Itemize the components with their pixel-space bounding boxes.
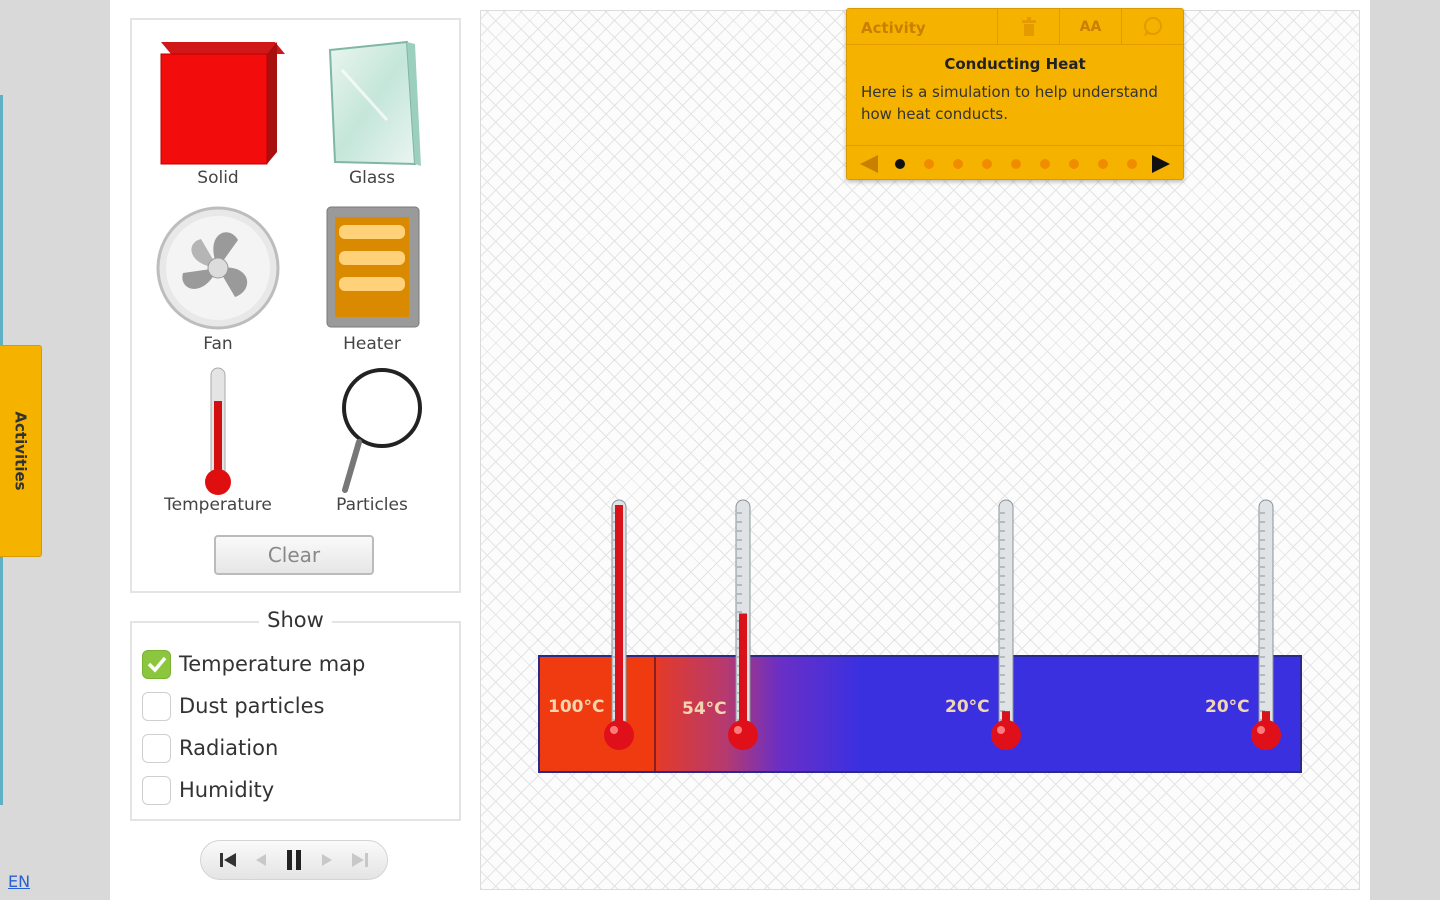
language-link[interactable]: EN (8, 872, 30, 891)
trash-icon (1021, 16, 1036, 36)
delete-button[interactable] (997, 9, 1059, 44)
step-back-button[interactable] (248, 847, 274, 873)
option-dust-particles[interactable]: Dust particles (142, 691, 324, 721)
playback-controls (200, 840, 388, 880)
show-title-text: Show (259, 608, 332, 632)
checkbox-checked[interactable] (142, 649, 171, 679)
activity-title: Conducting Heat (944, 55, 1086, 73)
arrow-left-icon (860, 154, 879, 173)
glass-icon (328, 40, 421, 166)
activity-card-header: Activity AA (847, 9, 1183, 45)
tool-label-fan: Fan (203, 334, 233, 354)
heated-solid-bar[interactable] (538, 655, 1302, 773)
tool-temperature[interactable]: Temperature (143, 366, 293, 516)
tool-label-glass: Glass (348, 168, 396, 188)
activity-pager (847, 145, 1183, 181)
skip-to-end-button[interactable] (347, 847, 373, 873)
step-dot[interactable] (953, 158, 963, 169)
tool-heater[interactable]: Heater (297, 205, 447, 355)
tool-label-solid: Solid (197, 168, 239, 188)
step-dots (886, 158, 1147, 169)
activity-card: Activity AA Conducting Heat Here is a si… (846, 8, 1184, 180)
step-forward-button[interactable] (314, 847, 340, 873)
pause-button[interactable] (281, 847, 307, 873)
thermometer-icon (205, 367, 231, 495)
step-dot[interactable] (1069, 158, 1079, 169)
font-size-button[interactable]: AA (1059, 9, 1121, 44)
step-dot[interactable] (1127, 158, 1137, 169)
step-dot[interactable] (1040, 158, 1050, 169)
heater-icon (326, 206, 420, 328)
skip-start-icon (219, 853, 236, 867)
activities-tab-label: Activities (11, 411, 30, 491)
fan-icon (156, 206, 280, 330)
step-dot[interactable] (982, 158, 992, 169)
tool-particles[interactable]: Particles (297, 366, 447, 516)
option-temperature-map[interactable]: Temperature map (142, 649, 365, 679)
step-back-icon (255, 854, 266, 866)
speech-bubble-icon (1143, 16, 1162, 36)
option-label: Radiation (179, 736, 279, 760)
previous-step-button[interactable] (857, 151, 882, 177)
step-dot[interactable] (895, 158, 905, 169)
rewind-to-start-button[interactable] (215, 847, 241, 873)
tool-label-temperature: Temperature (164, 495, 272, 515)
temperature-readout: 54°C (682, 699, 727, 719)
temperature-readout: 20°C (945, 697, 990, 717)
option-label: Temperature map (179, 652, 366, 676)
heat-source-divider (654, 657, 656, 771)
right-strip (1370, 0, 1440, 900)
check-icon (147, 656, 166, 673)
tool-glass[interactable]: Glass (297, 40, 447, 190)
checkbox[interactable] (142, 775, 171, 805)
step-forward-icon (322, 854, 333, 866)
activities-tab[interactable]: Activities (0, 345, 42, 557)
temperature-readout: 20°C (1205, 697, 1250, 717)
font-size-icon: AA (1079, 18, 1102, 35)
option-radiation[interactable]: Radiation (142, 733, 278, 763)
checkbox[interactable] (142, 733, 171, 763)
step-dot[interactable] (924, 158, 934, 169)
clear-button[interactable]: Clear (214, 535, 374, 575)
chat-button[interactable] (1121, 9, 1183, 44)
next-step-button[interactable] (1149, 151, 1174, 177)
checkbox[interactable] (142, 691, 171, 721)
magnifier-icon (342, 368, 422, 493)
arrow-right-icon (1151, 154, 1170, 173)
option-label: Humidity (179, 778, 275, 802)
left-strip: Activities EN (0, 0, 110, 900)
temperature-readout: 100°C (548, 697, 605, 717)
tool-label-particles: Particles (336, 495, 408, 515)
option-humidity[interactable]: Humidity (142, 775, 274, 805)
tool-solid[interactable]: Solid (143, 40, 293, 190)
app: Activities EN Solid Glass Fan Heater Tem… (0, 0, 1440, 900)
show-title: Show (130, 608, 461, 632)
tool-fan[interactable]: Fan (143, 205, 293, 355)
activity-tab-label: Activity (861, 19, 926, 37)
solid-icon (160, 42, 285, 165)
step-dot[interactable] (1011, 158, 1021, 169)
tool-label-heater: Heater (343, 334, 401, 354)
pause-icon (286, 850, 301, 870)
option-label: Dust particles (179, 694, 325, 718)
skip-end-icon (352, 853, 369, 867)
step-dot[interactable] (1098, 158, 1108, 169)
activity-text: Here is a simulation to help understand … (861, 83, 1158, 123)
